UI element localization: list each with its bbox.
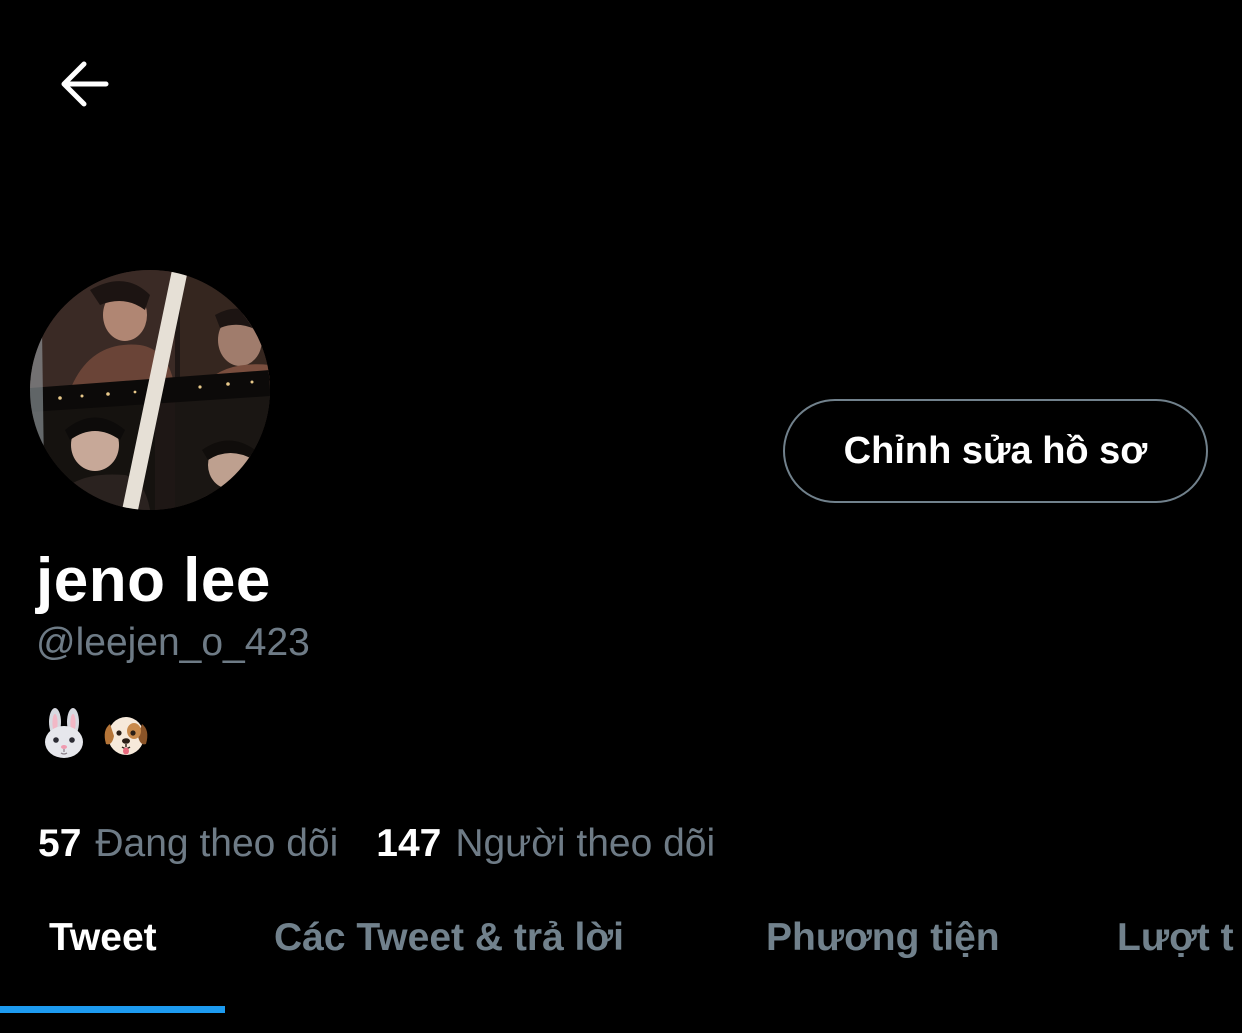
following-label: Đang theo dõi bbox=[95, 822, 339, 865]
avatar[interactable] bbox=[30, 270, 270, 510]
rabbit-face-emoji bbox=[45, 708, 83, 758]
profile-photo bbox=[30, 270, 270, 510]
active-tab-indicator bbox=[0, 1006, 225, 1013]
dog-face-emoji bbox=[104, 717, 148, 755]
followers-label: Người theo dõi bbox=[455, 822, 716, 865]
tab-likes[interactable]: Lượt t bbox=[1117, 911, 1234, 965]
followers-count: 147 bbox=[376, 822, 442, 865]
display-name: jeno lee bbox=[36, 546, 271, 615]
user-handle: @leejen_o_423 bbox=[36, 621, 310, 664]
follow-stats: 57 Đang theo dõi 147 Người theo dõi bbox=[38, 818, 715, 870]
tab-media[interactable]: Phương tiện bbox=[766, 911, 1000, 965]
edit-profile-button[interactable]: Chỉnh sửa hồ sơ bbox=[783, 399, 1208, 503]
profile-tabs: Tweet Các Tweet & trả lời Phương tiện Lư… bbox=[0, 895, 1242, 1033]
arrow-left-icon bbox=[61, 61, 109, 107]
back-button[interactable] bbox=[44, 44, 124, 124]
tab-tweets-and-replies[interactable]: Các Tweet & trả lời bbox=[274, 911, 624, 965]
following-count: 57 bbox=[38, 822, 82, 865]
tab-tweets[interactable]: Tweet bbox=[49, 911, 157, 965]
followers-stat[interactable]: 147 Người theo dõi bbox=[376, 818, 715, 870]
bio bbox=[40, 708, 150, 760]
following-stat[interactable]: 57 Đang theo dõi bbox=[38, 818, 338, 870]
